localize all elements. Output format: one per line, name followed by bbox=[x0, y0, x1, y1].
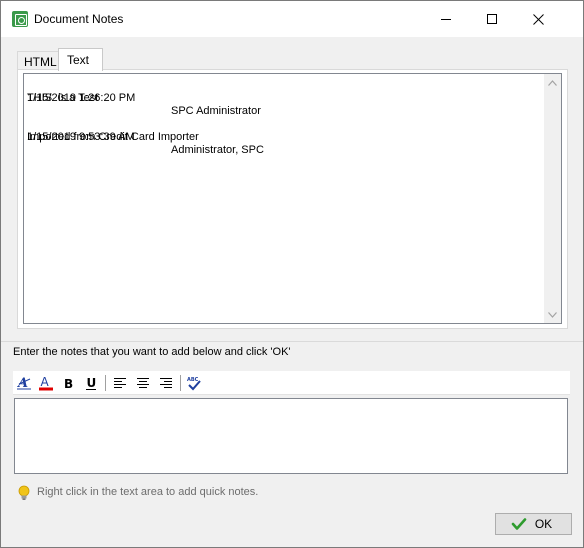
scroll-down-button[interactable] bbox=[544, 306, 561, 323]
minimize-button[interactable] bbox=[423, 1, 469, 37]
vertical-scrollbar[interactable] bbox=[544, 74, 561, 323]
new-note-input[interactable] bbox=[14, 398, 568, 474]
scroll-up-button[interactable] bbox=[544, 74, 561, 91]
font-color-button[interactable]: A bbox=[37, 374, 55, 392]
ok-label: OK bbox=[534, 517, 553, 531]
align-left-button[interactable] bbox=[111, 374, 129, 392]
document-notes-window: Document Notes HTML Text 1/15/2019 1:26:… bbox=[0, 0, 584, 548]
tab-text[interactable]: Text bbox=[58, 48, 103, 71]
font-color-icon: A bbox=[39, 375, 53, 391]
close-icon bbox=[532, 13, 544, 25]
note-author: Administrator, SPC bbox=[171, 144, 264, 156]
underline-button[interactable]: U bbox=[82, 374, 100, 392]
align-right-button[interactable] bbox=[157, 374, 175, 392]
svg-text:A: A bbox=[41, 375, 50, 389]
bold-icon: B bbox=[64, 377, 73, 391]
app-notes-icon bbox=[12, 11, 28, 27]
bold-button[interactable]: B bbox=[59, 374, 77, 392]
align-center-button[interactable] bbox=[134, 374, 152, 392]
align-left-icon bbox=[114, 378, 126, 388]
close-button[interactable] bbox=[515, 1, 561, 37]
hint-text: Right click in the text area to add quic… bbox=[37, 486, 259, 498]
formatting-toolbar: A A B U ABC bbox=[13, 371, 570, 395]
underline-icon: U bbox=[86, 376, 97, 390]
maximize-button[interactable] bbox=[469, 1, 515, 37]
title-bar[interactable]: Document Notes bbox=[1, 1, 583, 37]
align-center-icon bbox=[137, 378, 149, 388]
tab-html[interactable]: HTML bbox=[17, 51, 59, 70]
chevron-up-icon bbox=[548, 79, 557, 86]
minimize-icon bbox=[441, 19, 451, 20]
note-spacer bbox=[27, 105, 539, 118]
notes-content: 1/15/2019 1:26:20 PM SPC Administrator T… bbox=[27, 79, 539, 156]
checkmark-icon bbox=[511, 518, 527, 530]
align-right-icon bbox=[160, 378, 172, 388]
instruction-label: Enter the notes that you want to add bel… bbox=[13, 346, 291, 358]
font-style-button[interactable]: A bbox=[15, 374, 33, 392]
tab-html-label: HTML bbox=[24, 55, 57, 69]
tab-panel-text: 1/15/2019 1:26:20 PM SPC Administrator T… bbox=[17, 69, 568, 329]
spellcheck-button[interactable]: ABC bbox=[185, 374, 203, 392]
toolbar-separator bbox=[180, 375, 181, 391]
svg-text:B: B bbox=[64, 377, 73, 391]
existing-notes-textarea[interactable]: 1/15/2019 1:26:20 PM SPC Administrator T… bbox=[23, 73, 562, 324]
note-body: THIS is a Test bbox=[27, 92, 99, 104]
chevron-down-icon bbox=[548, 311, 557, 318]
window-title: Document Notes bbox=[34, 12, 124, 26]
toolbar-separator bbox=[105, 375, 106, 391]
maximize-icon bbox=[487, 14, 497, 24]
note-header: 1/15/2019 9:53:39 AM Administrator, SPC bbox=[27, 118, 539, 156]
svg-text:U: U bbox=[87, 376, 97, 390]
svg-text:ABC: ABC bbox=[187, 377, 199, 383]
section-divider bbox=[1, 341, 583, 342]
font-style-icon: A bbox=[16, 376, 31, 391]
note-author: SPC Administrator bbox=[171, 105, 261, 117]
note-body: Imported from Credit Card Importer bbox=[27, 131, 199, 143]
note-header: 1/15/2019 1:26:20 PM SPC Administrator bbox=[27, 79, 539, 117]
tab-text-label: Text bbox=[67, 53, 90, 67]
spellcheck-icon: ABC bbox=[187, 377, 201, 391]
lightbulb-icon bbox=[18, 485, 30, 500]
ok-button[interactable]: OK bbox=[495, 513, 572, 535]
